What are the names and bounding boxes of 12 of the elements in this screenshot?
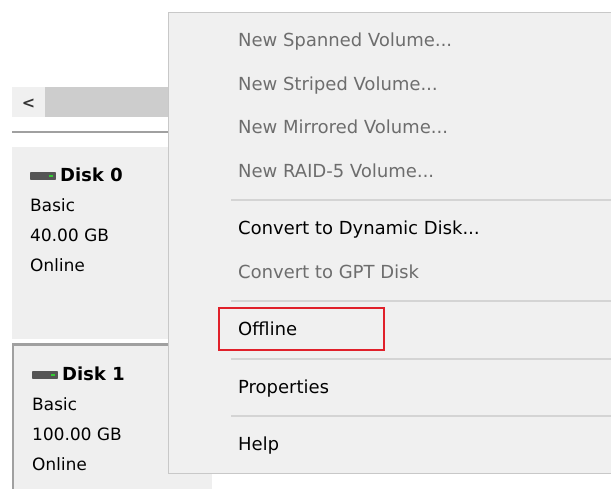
disk-size: 40.00 GB <box>30 225 109 248</box>
disk-status: Online <box>30 255 85 278</box>
menu-item[interactable]: Help <box>238 434 280 456</box>
disk-name: Disk 1 <box>62 363 125 387</box>
menu-item[interactable]: Properties <box>238 376 329 398</box>
disk-type: Basic <box>32 394 78 417</box>
disk-type: Basic <box>30 195 76 218</box>
disk-name: Disk 0 <box>60 164 123 188</box>
menu-item[interactable]: Convert to Dynamic Disk... <box>238 218 480 240</box>
disk-size: 100.00 GB <box>32 424 122 447</box>
disk-status: Online <box>32 454 87 477</box>
menu-item[interactable]: Offline <box>238 319 298 340</box>
